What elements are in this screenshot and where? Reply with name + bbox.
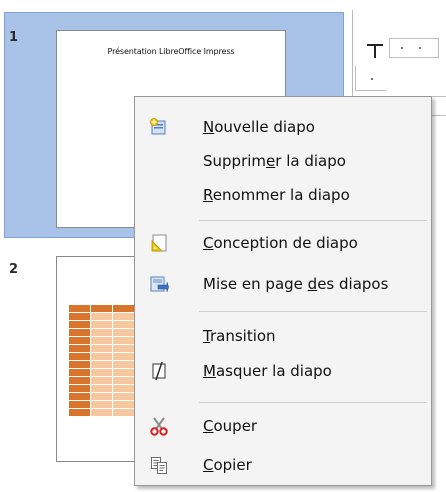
scissors-icon (147, 414, 171, 438)
slide-design-icon (147, 231, 171, 255)
table-cell (113, 337, 134, 344)
menu-separator (199, 311, 427, 312)
table-cell (91, 393, 112, 400)
table-cell (113, 401, 134, 408)
menu-item-cut[interactable]: Couper (135, 411, 431, 441)
table-cell (113, 409, 134, 416)
table-cell (113, 329, 134, 336)
table-cell (91, 321, 112, 328)
table-cell (113, 361, 134, 368)
table-cell (91, 337, 112, 344)
table-cell (113, 353, 134, 360)
table-cell (91, 329, 112, 336)
table-cell (69, 409, 90, 416)
menu-item-label: Conception de diapo (203, 234, 358, 252)
menu-item-hide-slide[interactable]: Masquer la diapo (135, 356, 431, 386)
table-cell (91, 353, 112, 360)
table-cell (69, 369, 90, 376)
table-cell (69, 361, 90, 368)
menu-separator (199, 220, 427, 221)
table-cell (113, 313, 134, 320)
menu-item-transition[interactable]: Transition (135, 321, 431, 351)
table-cell (69, 321, 90, 328)
table-cell (113, 305, 134, 312)
table-cell (113, 369, 134, 376)
menu-item-label: Nouvelle diapo (203, 118, 315, 136)
table-cell (69, 313, 90, 320)
table-cell (91, 313, 112, 320)
menu-item-copy[interactable]: Copier (135, 450, 431, 480)
table-cell (69, 401, 90, 408)
slide-1-number: 1 (9, 30, 19, 45)
placeholder-box (389, 38, 439, 58)
table-cell (69, 377, 90, 384)
table-cell (113, 393, 134, 400)
hide-slide-icon (147, 359, 171, 383)
table-cell (113, 385, 134, 392)
table-cell (91, 345, 112, 352)
menu-item-slide-layout[interactable]: Mise en page des diapos (135, 269, 431, 299)
table-cell (69, 337, 90, 344)
table-cell (69, 385, 90, 392)
menu-item-rename-slide[interactable]: Renommer la diapo (135, 180, 431, 210)
table-cell (91, 369, 112, 376)
table-cell (69, 329, 90, 336)
menu-separator (199, 402, 427, 403)
slide-2-number: 2 (9, 262, 19, 277)
menu-item-label: Masquer la diapo (203, 362, 332, 380)
menu-item-label: Copier (203, 456, 252, 474)
copy-icon (147, 453, 171, 477)
table-cell (91, 377, 112, 384)
table-cell (69, 353, 90, 360)
new-slide-icon (147, 115, 171, 139)
table-cell (91, 361, 112, 368)
menu-item-new-slide[interactable]: Nouvelle diapo (135, 112, 431, 142)
table-cell (69, 393, 90, 400)
slide-sorter-panel: 1 Présentation LibreOffice Impress 2 Nou… (0, 0, 446, 492)
menu-item-label: Supprimer la diapo (203, 152, 346, 170)
slide-layout-icon (147, 272, 171, 296)
menu-item-label: Couper (203, 417, 258, 435)
context-menu: Nouvelle diapo Supprimer la diapo Renomm… (134, 96, 432, 486)
table-cell (91, 401, 112, 408)
table-cell (113, 345, 134, 352)
table-cell (69, 345, 90, 352)
table-cell (91, 409, 112, 416)
menu-item-label: Mise en page des diapos (203, 275, 389, 293)
table-cell (113, 321, 134, 328)
table-cell (69, 305, 90, 312)
table-cell (91, 305, 112, 312)
menu-item-label: Renommer la diapo (203, 186, 350, 204)
menu-item-delete-slide[interactable]: Supprimer la diapo (135, 146, 431, 176)
menu-item-label: Transition (203, 327, 276, 345)
menu-item-slide-design[interactable]: Conception de diapo (135, 228, 431, 258)
table-cell (91, 385, 112, 392)
table-cell (113, 377, 134, 384)
slide-1-title: Présentation LibreOffice Impress (107, 47, 235, 56)
